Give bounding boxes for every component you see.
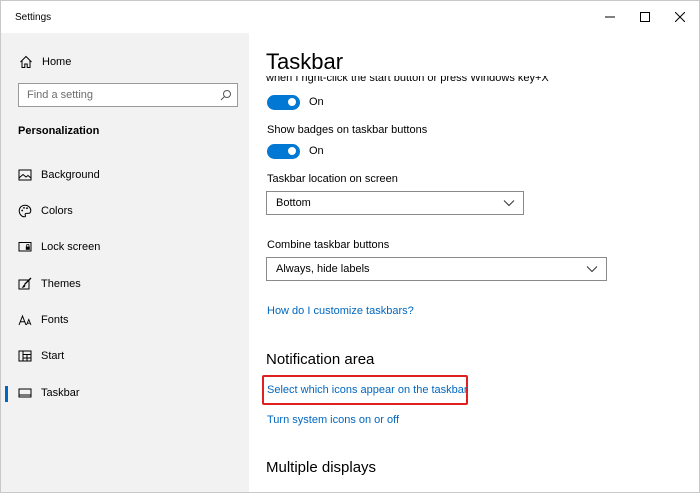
start-grid-icon <box>18 350 32 362</box>
sidebar-item-background[interactable]: Background <box>1 161 249 189</box>
location-value: Bottom <box>276 197 311 209</box>
sidebar: Home Personalization Background <box>1 33 249 492</box>
sidebar-item-label: Fonts <box>41 314 69 326</box>
title-bar: Settings <box>1 1 699 33</box>
select-icons-link[interactable]: Select which icons appear on the taskbar <box>267 384 468 396</box>
power-menu-toggle[interactable] <box>267 94 300 110</box>
search-input[interactable] <box>27 87 217 103</box>
section-title: Personalization <box>18 125 100 137</box>
combine-dropdown[interactable]: Always, hide labels <box>266 257 607 281</box>
partial-setting-label: when I right-click the start button or p… <box>266 76 549 86</box>
toggle-knob <box>288 98 296 106</box>
search-box[interactable] <box>18 83 238 107</box>
toggle-state: On <box>309 145 324 157</box>
page-title: Taskbar <box>266 49 344 74</box>
sidebar-item-start[interactable]: Start <box>1 342 249 370</box>
maximize-icon <box>640 12 650 22</box>
notification-area-heading: Notification area <box>266 351 375 368</box>
main-content: Taskbar when I right-click the start but… <box>249 33 699 492</box>
sidebar-item-label: Taskbar <box>41 387 80 399</box>
minimize-button[interactable] <box>591 1 629 33</box>
sidebar-item-label: Start <box>41 350 65 362</box>
chevron-down-icon <box>586 266 598 273</box>
close-icon <box>675 12 685 22</box>
sidebar-item-label: Themes <box>41 278 81 290</box>
palette-icon <box>18 204 32 218</box>
taskbar-icon <box>18 388 32 398</box>
toggle-row-start-menu: On <box>267 94 324 110</box>
window-title: Settings <box>15 12 52 23</box>
toggle-row-badges: On <box>267 143 324 159</box>
settings-window: Settings Home Personalization <box>0 0 700 493</box>
partial-setting-text: when I right-click the start button or p… <box>266 76 549 84</box>
sidebar-item-home[interactable]: Home <box>19 54 71 70</box>
home-icon <box>20 55 32 68</box>
multiple-displays-heading: Multiple displays <box>266 459 377 476</box>
sidebar-item-themes[interactable]: Themes <box>1 270 249 298</box>
close-button[interactable] <box>661 1 699 33</box>
location-label: Taskbar location on screen <box>267 173 398 185</box>
home-label: Home <box>42 56 72 68</box>
toggle-knob <box>288 147 296 155</box>
sidebar-item-taskbar[interactable]: Taskbar <box>1 379 249 407</box>
system-icons-link[interactable]: Turn system icons on or off <box>267 414 399 426</box>
minimize-icon <box>605 16 615 18</box>
sidebar-item-label: Colors <box>41 205 73 217</box>
sidebar-item-fonts[interactable]: Fonts <box>1 306 249 334</box>
active-indicator <box>5 386 8 402</box>
sidebar-item-label: Background <box>41 169 100 181</box>
toggle-state: On <box>309 96 324 108</box>
sidebar-item-colors[interactable]: Colors <box>1 197 249 225</box>
brush-icon <box>18 277 32 290</box>
chevron-down-icon <box>503 200 515 207</box>
combine-value: Always, hide labels <box>276 263 370 275</box>
lock-screen-icon <box>18 242 32 252</box>
location-dropdown[interactable]: Bottom <box>266 191 524 215</box>
combine-label: Combine taskbar buttons <box>267 239 390 251</box>
font-icon <box>18 314 32 326</box>
sidebar-item-label: Lock screen <box>41 241 101 253</box>
badges-label: Show badges on taskbar buttons <box>267 124 428 136</box>
search-icon[interactable] <box>220 89 232 101</box>
sidebar-item-lock-screen[interactable]: Lock screen <box>1 233 249 261</box>
badges-toggle[interactable] <box>267 143 300 159</box>
maximize-button[interactable] <box>626 1 664 33</box>
image-icon <box>18 169 32 181</box>
customize-taskbars-link[interactable]: How do I customize taskbars? <box>267 305 414 317</box>
